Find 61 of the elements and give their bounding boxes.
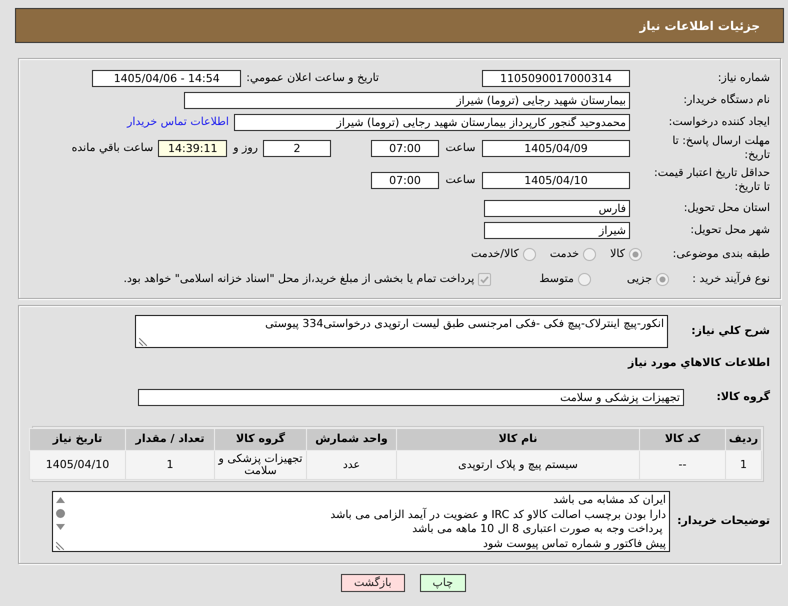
note-line: دارا بودن برچسب اصالت کالاو کد IRC و عضویت در آیمد الزامی می باشد: [329, 508, 666, 522]
field-label: گروه کالا:: [715, 389, 770, 406]
field-label: شهر محل تحویل:: [689, 223, 770, 237]
field-label: تاریخ و ساعت اعلان عمومي:: [246, 70, 379, 86]
column-header: نام کالا: [396, 428, 640, 450]
validity-time-field[interactable]: 07:00: [371, 172, 439, 188]
field-label: مهلت ارسال پاسخ: تا تاریخ:: [671, 134, 770, 162]
column-header: تعداد / مقدار: [126, 428, 214, 450]
buyer-notes-textarea[interactable]: ایران کد مشابه می باشد دارا بودن برچسب اصالت کالاو کد IRC و عضویت در آیمد الزامی می باشد پرداخت وجه به صورت اعتباری 8 ال 10 ماهه می باشد پیش فاکتور و شماره تماس پیوست شود: [52, 491, 670, 552]
field-label: طبقه بندی موضوعی:: [672, 247, 770, 261]
requester-field[interactable]: محمدوحید گنجور کارپرداز بیمارستان شهید رجایی (تروما) شیراز: [234, 114, 630, 130]
deadline-date-field[interactable]: 1405/04/09: [482, 140, 630, 156]
buyer-organization-field[interactable]: بیمارستان شهید رجایی (تروما) شیراز: [184, 92, 630, 108]
section-heading: اطلاعات کالاهاي مورد نیاز: [628, 356, 770, 370]
table-cell: 1: [726, 450, 762, 480]
field-label: توضیحات خریدار:: [676, 513, 770, 530]
announcement-date-field[interactable]: 1405/04/06 - 14:54: [92, 70, 242, 86]
field-label: نام دستگاه خریدار:: [682, 93, 770, 107]
column-header: گروه کالا: [214, 428, 306, 450]
table-cell: عدد: [306, 450, 396, 480]
field-label: شماره نیاز:: [716, 71, 770, 85]
back-button[interactable]: بازگشت: [340, 574, 405, 592]
scroll-thumb-icon[interactable]: [56, 509, 64, 518]
description-textarea[interactable]: انکور-پیچ اینترلاک-پیچ فکی -فکی امرجنسی طبق لیست ارتوپدی درخواستی334 پیوستی: [135, 315, 668, 348]
scroll-down-icon[interactable]: [56, 524, 64, 530]
province-field[interactable]: فارس: [484, 200, 630, 216]
field-label: ساعت: [444, 172, 476, 188]
field-label: ساعت باقي مانده: [72, 140, 154, 156]
field-label: حداقل تاریخ اعتبار قیمت: تا تاریخ:: [653, 166, 770, 194]
page-title: جزئیات اطلاعات نیاز: [639, 18, 760, 34]
table-cell: 1405/04/10: [30, 450, 126, 480]
field-label: ساعت: [444, 140, 476, 156]
column-header: تاریخ نیاز: [30, 428, 126, 450]
note-line: پیش فاکتور و شماره تماس پیوست شود: [482, 536, 666, 551]
scroll-up-icon[interactable]: [56, 497, 64, 503]
resize-grip-icon[interactable]: [56, 542, 64, 550]
column-header: واحد شمارش: [306, 428, 396, 450]
note-line: ایران کد مشابه می باشد: [552, 493, 666, 508]
goods-group-field[interactable]: تجهیزات پزشکی و سلامت: [138, 389, 684, 406]
field-label: نوع فرآیند خرید :: [691, 272, 770, 286]
days-remaining-field[interactable]: 2: [263, 140, 331, 156]
time-remaining-field[interactable]: 14:39:11: [158, 140, 228, 156]
city-field[interactable]: شیراز: [484, 222, 630, 238]
table-cell: تجهیزات پزشکی و سلامت: [214, 450, 306, 480]
print-button[interactable]: چاپ: [420, 574, 466, 592]
field-label: استان محل تحویل:: [682, 201, 770, 215]
column-header: ردیف: [726, 428, 762, 450]
field-label: روز و: [233, 140, 258, 156]
buyer-contact-link[interactable]: اطلاعات تماس خریدار: [127, 114, 229, 130]
resize-grip-icon[interactable]: [139, 338, 147, 346]
column-header: کد کالا: [640, 428, 726, 450]
note-line: پرداخت وجه به صورت اعتباری 8 ال 10 ماهه می باشد: [411, 522, 664, 536]
validity-date-field[interactable]: 1405/04/10: [482, 172, 630, 188]
table-cell: --: [640, 450, 726, 480]
need-number-field[interactable]: 1105090017000314: [482, 70, 630, 86]
table-cell: 1: [126, 450, 214, 480]
field-label: شرح کلي نیاز:: [690, 323, 770, 340]
description-text: انکور-پیچ اینترلاک-پیچ فکی -فکی امرجنسی طبق لیست ارتوپدی درخواستی334 پیوستی: [264, 316, 665, 332]
deadline-time-field[interactable]: 07:00: [371, 140, 439, 156]
field-label: ایجاد کننده درخواست:: [668, 115, 770, 129]
table-cell: سیستم پیچ و پلاک ارتوپدی: [396, 450, 640, 480]
